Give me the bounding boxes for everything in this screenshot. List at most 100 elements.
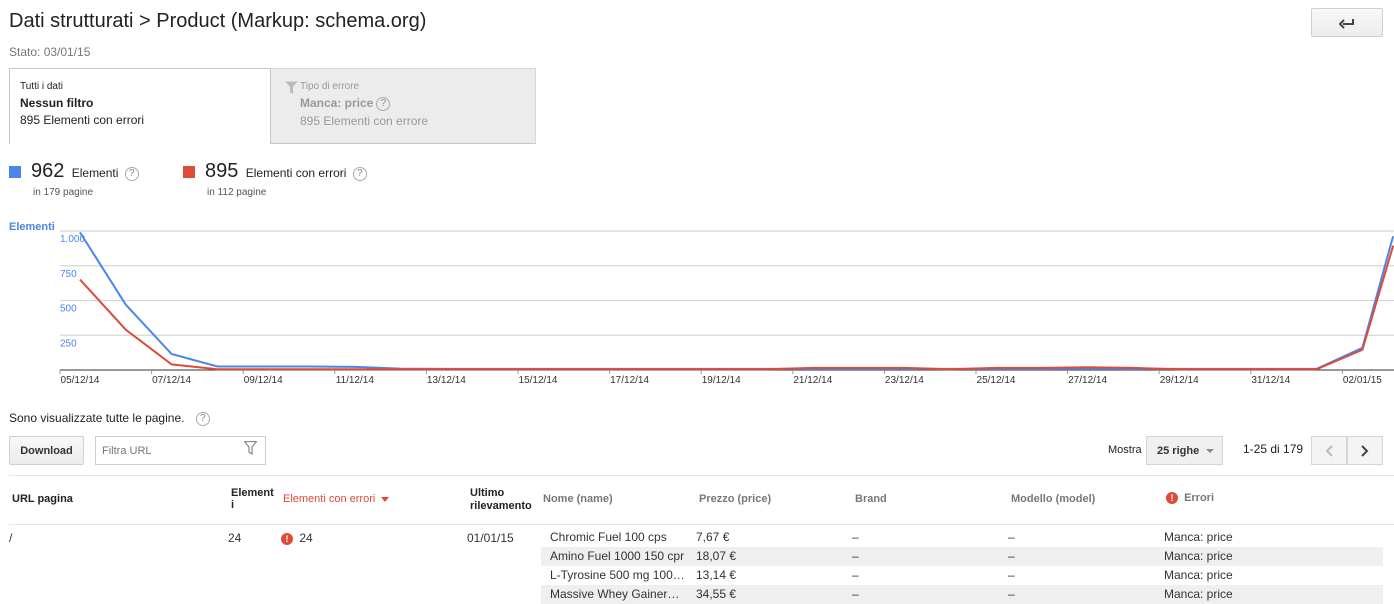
col-header-last-line2: rilevamento [470,500,532,512]
col-header-name[interactable]: Nome (name) [543,493,613,505]
cell-brand: – [852,530,859,544]
legend-swatch-errors [183,166,195,178]
tab-main-text: Manca: price [300,96,374,110]
cell-price: 13,14 € [696,568,737,582]
sort-desc-icon [381,496,390,502]
funnel-icon [285,81,298,94]
x-tick-label: 17/12/14 [610,375,649,386]
x-tick-label: 23/12/14 [885,375,924,386]
col-header-price[interactable]: Prezzo (price) [699,493,771,505]
table-top-border [9,475,1394,476]
cell-brand: – [852,568,859,582]
status-date: Stato: 03/01/15 [9,45,91,59]
tab-main-label: Manca: price? [300,96,525,111]
col-header-last-line1: Ultimo [470,487,505,499]
chevron-right-icon [1361,444,1369,457]
url-filter-input[interactable] [96,437,231,464]
y-tick-label: 250 [60,338,77,349]
legend-label: Elementi [71,166,119,180]
back-button[interactable] [1311,8,1383,37]
cell-model: – [1008,568,1015,582]
y-tick-label: 500 [60,304,77,315]
help-icon[interactable]: ? [352,166,367,181]
error-icon: ! [1166,492,1178,505]
x-tick-label: 29/12/14 [1160,375,1199,386]
col-header-brand[interactable]: Brand [855,493,887,505]
y-tick-label: 750 [60,269,77,280]
col-header-err-label: Errori [1184,492,1215,504]
x-tick-label: 19/12/14 [702,375,741,386]
tab-error-type[interactable]: Tipo di errore Manca: price? 895 Element… [271,68,536,144]
cell-model: – [1008,587,1015,601]
x-tick-label: 05/12/14 [61,375,100,386]
help-icon[interactable]: ? [124,166,139,181]
x-tick-label: 31/12/14 [1251,375,1290,386]
tab-sub-label: 895 Elementi con errore [300,113,429,128]
col-header-items[interactable]: Element i [231,487,274,511]
x-tick-label: 11/12/14 [336,375,375,386]
tab-all-data[interactable]: Tutti i dati Nessun filtro 895 Elementi … [9,68,271,144]
cell-brand: – [852,549,859,563]
table-row: L-Tyrosine 500 mg 100… 13,14 € – – Manca: pr… [541,566,1383,585]
prev-page-button[interactable] [1311,436,1347,465]
col-header-errors[interactable]: Elementi con errori [283,493,390,505]
cell-err: Manca: price [1164,530,1233,544]
table-header-border [9,524,1394,525]
x-tick-label: 15/12/14 [519,375,558,386]
cell-err: Manca: price [1164,568,1233,582]
legend-label: Elementi con errori [245,166,347,180]
legend-errors: 895 Elementi con errori ? [205,160,367,183]
tab-sub-label: 895 Elementi con errori [20,113,145,127]
row-items: 24 [228,531,242,545]
chevron-down-icon [1206,448,1215,453]
show-label: Mostra [1108,444,1142,456]
help-icon[interactable]: ? [376,96,391,111]
pagination-text: 1-25 di 179 [1243,442,1304,456]
cell-price: 34,55 € [696,587,737,601]
url-filter[interactable] [95,436,266,465]
col-header-url[interactable]: URL pagina [12,493,73,505]
cell-model: – [1008,549,1015,563]
page-title: Dati strutturati > Product (Markup: sche… [9,10,427,32]
legend-sub: in 179 pagine [33,187,94,198]
x-tick-label: 25/12/14 [977,375,1016,386]
x-tick-label: 13/12/14 [427,375,466,386]
info-line: Sono visualizzate tutte le pagine. ? [9,411,210,426]
x-tick-label: 02/01/15 [1343,375,1382,386]
rows-per-page-value: 25 righe [1157,444,1200,457]
x-tick-label: 21/12/14 [793,375,832,386]
rows-per-page-select[interactable]: 25 righe [1146,436,1223,465]
download-button[interactable]: Download [9,436,84,465]
tab-small-label: Tipo di errore [300,81,360,92]
chevron-left-icon [1325,444,1333,457]
cell-name: Massive Whey Gainer… [550,587,680,601]
x-tick-label: 07/12/14 [152,375,191,386]
tab-main-label: Nessun filtro [20,96,94,110]
col-header-items-line1: Element [231,487,274,499]
col-header-model[interactable]: Modello (model) [1011,493,1095,505]
cell-model: – [1008,530,1015,544]
row-errors: ! 24 [281,531,313,545]
legend-sub: in 112 pagine [207,187,267,198]
col-header-err[interactable]: ! Errori [1166,492,1215,505]
cell-err: Manca: price [1164,587,1233,601]
tab-small-label: Tutti i dati [20,81,63,92]
table-row: Chromic Fuel 100 cps 7,67 € – – Manca: price [541,528,1383,547]
legend-value: 895 [205,160,239,182]
legend-items: 962 Elementi ? [31,160,139,183]
help-icon[interactable]: ? [195,411,210,426]
row-last-detected: 01/01/15 [467,531,514,545]
row-url[interactable]: / [9,531,12,545]
legend-swatch-items [9,166,21,178]
cell-name: L-Tyrosine 500 mg 100… [550,568,685,582]
cell-price: 18,07 € [696,549,737,563]
funnel-icon[interactable] [244,441,257,455]
cell-name: Chromic Fuel 100 cps [550,530,667,544]
cell-err: Manca: price [1164,549,1233,563]
series-line-errors [79,245,1394,371]
next-page-button[interactable] [1347,436,1383,465]
col-header-items-line2: i [231,499,235,511]
back-arrow-icon [1339,18,1354,29]
col-header-last[interactable]: Ultimo rilevamento [470,487,532,513]
x-tick-label: 09/12/14 [244,375,283,386]
